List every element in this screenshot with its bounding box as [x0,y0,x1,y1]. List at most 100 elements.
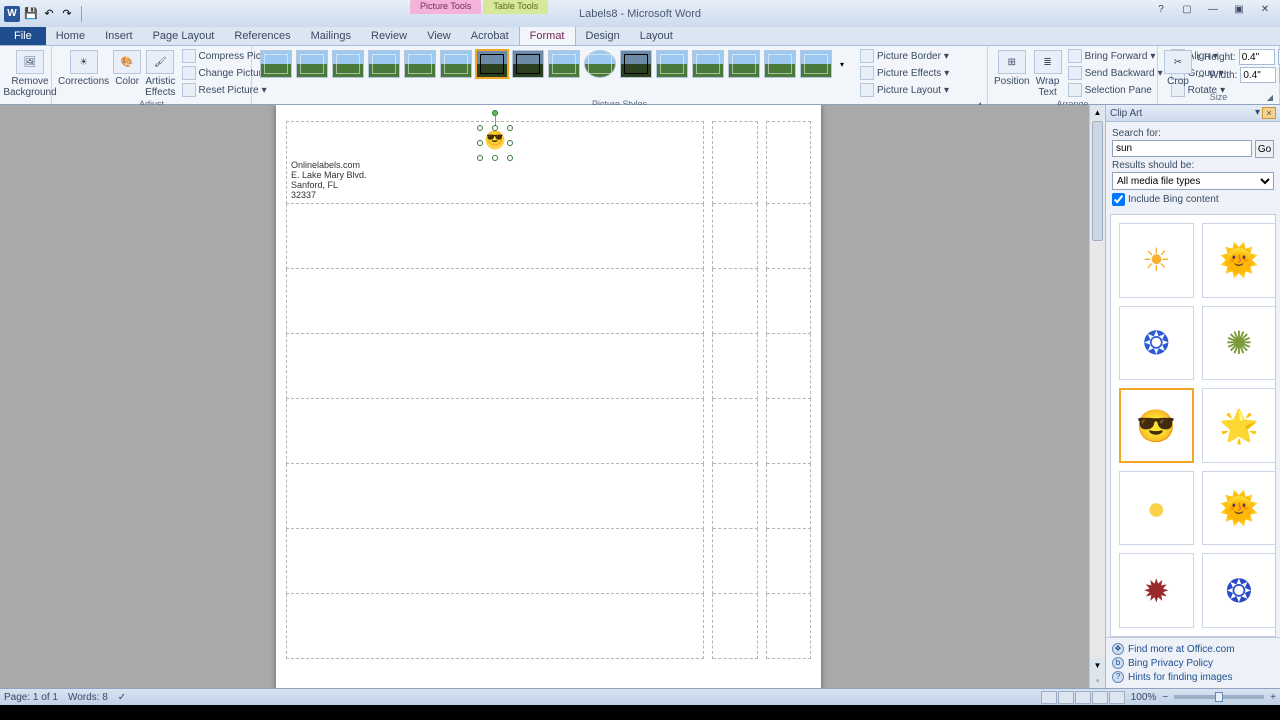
office-link[interactable]: ❖Find more at Office.com [1112,642,1274,656]
picture-styles-gallery[interactable]: ▾ [258,48,850,80]
document-title: Labels8 - Microsoft Word [579,8,701,20]
tab-design[interactable]: Design [576,27,630,45]
results-label: Results should be: [1112,160,1274,171]
width-icon: ↔ [1196,70,1206,81]
clipart-result-item[interactable]: ☀ [1119,223,1194,298]
tab-page-layout[interactable]: Page Layout [143,27,225,45]
word-count[interactable]: Words: 8 [68,692,108,703]
picture-tools-tab-header: Picture Tools [410,0,481,14]
clipart-pane: Clip Art ▾ × Search for: Go Results shou… [1105,105,1280,688]
clipart-result-item[interactable]: 🌟 [1202,388,1276,463]
search-label: Search for: [1112,128,1274,139]
clipart-result-item[interactable]: ❂ [1119,306,1194,381]
scrollbar-thumb[interactable] [1092,121,1103,241]
wrap-text-button[interactable]: ≣Wrap Text [1034,48,1062,98]
tab-format[interactable]: Format [519,26,576,45]
clipart-result-item[interactable]: 😎 [1119,388,1194,463]
close-icon[interactable]: ✕ [1254,2,1276,16]
tab-view[interactable]: View [417,27,461,45]
corrections-button[interactable]: ☀Corrections [58,48,109,87]
table-tools-tab-header: Table Tools [483,0,548,14]
clipart-result-item[interactable]: ❂ [1202,553,1276,628]
proofing-icon[interactable]: ✓ [118,692,126,703]
rotate-handle[interactable] [492,110,498,116]
label-text-line: E. Lake Mary Blvd. [291,170,699,180]
document-area[interactable]: Onlinelabels.com E. Lake Mary Blvd. Sanf… [0,105,1089,688]
send-backward-button[interactable]: Send Backward ▾ [1066,65,1165,81]
dialog-launcher-icon[interactable]: ◢ [1267,93,1273,102]
height-icon: ↕ [1196,52,1201,63]
minimize-icon[interactable]: — [1202,2,1224,16]
crop-button[interactable]: ✂Crop [1164,48,1192,87]
ribbon: 🖼Remove Background ☀Corrections 🎨Color 🖌… [0,45,1280,105]
artistic-effects-button[interactable]: 🖌Artistic Effects [145,48,175,98]
include-bing-label: Include Bing content [1128,194,1219,205]
selected-clipart-image[interactable] [480,128,510,158]
bring-forward-button[interactable]: Bring Forward ▾ [1066,48,1165,64]
selection-pane-button[interactable]: Selection Pane [1066,82,1165,98]
page-status[interactable]: Page: 1 of 1 [4,692,58,703]
clipart-result-item[interactable]: 🌞 [1202,471,1276,546]
redo-icon[interactable]: ↷ [60,7,74,21]
undo-icon[interactable]: ↶ [42,7,56,21]
minimize-ribbon-icon[interactable]: ▢ [1176,2,1198,16]
results-type-select[interactable]: All media file types [1112,172,1274,190]
clipart-result-item[interactable]: ✹ [1119,553,1194,628]
include-bing-checkbox[interactable] [1112,193,1125,206]
view-buttons[interactable] [1041,691,1125,704]
zoom-in-button[interactable]: + [1270,692,1276,703]
position-button[interactable]: ⊞Position [994,48,1030,87]
tab-mailings[interactable]: Mailings [301,27,361,45]
word-icon: W [4,6,20,22]
vertical-scrollbar[interactable]: ▲ ▼ ◦ [1089,105,1105,688]
tab-acrobat[interactable]: Acrobat [461,27,519,45]
picture-layout-button[interactable]: Picture Layout ▾ [858,82,951,98]
label-cell[interactable] [766,122,810,204]
color-button[interactable]: 🎨Color [113,48,141,87]
save-icon[interactable]: 💾 [24,7,38,21]
label-text-line: Sanford, FL [291,180,699,190]
clipart-result-item[interactable]: ● [1119,471,1194,546]
labels-table[interactable]: Onlinelabels.com E. Lake Mary Blvd. Sanf… [286,121,811,659]
zoom-slider[interactable] [1174,695,1264,699]
help-icon[interactable]: ? [1150,2,1172,16]
zoom-level[interactable]: 100% [1131,692,1157,703]
label-text-line: 32337 [291,190,699,200]
pane-menu-icon[interactable]: ▾ [1255,107,1260,119]
privacy-link[interactable]: bBing Privacy Policy [1112,656,1274,670]
group-label-size: Size◢ [1164,91,1273,104]
width-input[interactable] [1240,67,1276,83]
status-bar: Page: 1 of 1 Words: 8 ✓ 100% − + [0,688,1280,705]
height-input[interactable] [1239,49,1275,65]
label-text-line: Onlinelabels.com [291,160,699,170]
scroll-up-icon[interactable]: ▲ [1090,105,1105,120]
scroll-down-icon[interactable]: ▼ [1090,658,1105,673]
page-nav-icon[interactable]: ◦ [1090,673,1105,688]
close-pane-icon[interactable]: × [1262,107,1276,119]
label-cell[interactable]: Onlinelabels.com E. Lake Mary Blvd. Sanf… [287,122,704,204]
clipart-title: Clip Art [1110,108,1142,119]
ribbon-tabs: File Home Insert Page Layout References … [0,27,1280,45]
hints-link[interactable]: ?Hints for finding images [1112,670,1274,684]
tab-layout[interactable]: Layout [630,27,683,45]
remove-background-button[interactable]: 🖼Remove Background [6,48,54,98]
quick-access-toolbar: W 💾 ↶ ↷ [0,6,85,22]
tab-home[interactable]: Home [46,27,95,45]
search-input[interactable] [1112,140,1252,157]
picture-effects-button[interactable]: Picture Effects ▾ [858,65,951,81]
tab-review[interactable]: Review [361,27,417,45]
zoom-out-button[interactable]: − [1162,692,1168,703]
tab-file[interactable]: File [0,27,46,45]
tab-insert[interactable]: Insert [95,27,143,45]
maximize-icon[interactable]: ▣ [1228,2,1250,16]
contextual-tabs: Picture Tools Table Tools [410,0,548,14]
go-button[interactable]: Go [1255,140,1274,158]
picture-border-button[interactable]: Picture Border ▾ [858,48,951,64]
page: Onlinelabels.com E. Lake Mary Blvd. Sanf… [276,105,821,688]
clipart-result-item[interactable]: ✺ [1202,306,1276,381]
title-bar: W 💾 ↶ ↷ Picture Tools Table Tools Labels… [0,0,1280,27]
tab-references[interactable]: References [224,27,300,45]
clipart-result-item[interactable]: 🌞 [1202,223,1276,298]
clipart-results: ☀ 🌞 ❂ ✺ 😎 🌟 ● 🌞 ✹ ❂ [1110,214,1276,637]
label-cell[interactable] [713,122,757,204]
